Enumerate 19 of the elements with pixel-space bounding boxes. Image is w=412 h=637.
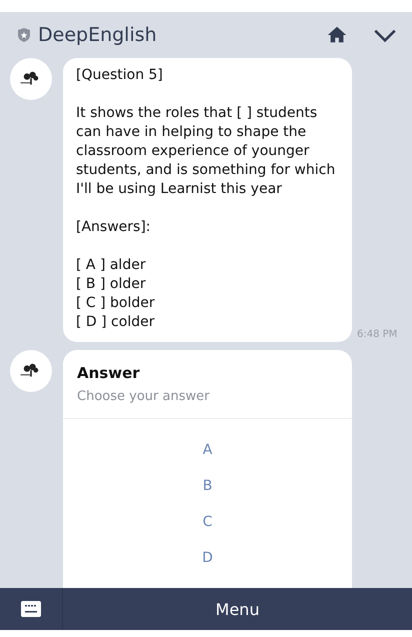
shield-star-icon <box>16 27 32 43</box>
message-text: [ C ] bolder <box>76 294 156 313</box>
channel-title: DeepEnglish <box>38 24 157 46</box>
message-text: [Answers]: <box>76 218 152 237</box>
answer-option[interactable]: D <box>63 540 352 576</box>
message-text: It shows the roles that [ ] students can have in helping to shape the classroom experience of younger students, and is something for which I'll be using Learnist this year <box>76 104 336 199</box>
answer-option[interactable]: C <box>63 504 352 540</box>
message-text: [ A ] alder <box>76 256 147 275</box>
message-time: 6:48 PM <box>357 329 398 340</box>
bot-avatar <box>10 58 52 100</box>
answer-option[interactable]: B <box>63 468 352 504</box>
card-subtitle: Choose your answer <box>77 389 210 404</box>
keyboard-icon <box>21 601 41 617</box>
bot-avatar <box>10 350 52 392</box>
card-title: Answer <box>77 364 141 382</box>
message-text: [ D ] colder <box>76 313 156 332</box>
message-text: [Question 5] <box>76 66 164 85</box>
answer-option[interactable]: A <box>63 432 352 468</box>
message-text: [ B ] older <box>76 275 147 294</box>
